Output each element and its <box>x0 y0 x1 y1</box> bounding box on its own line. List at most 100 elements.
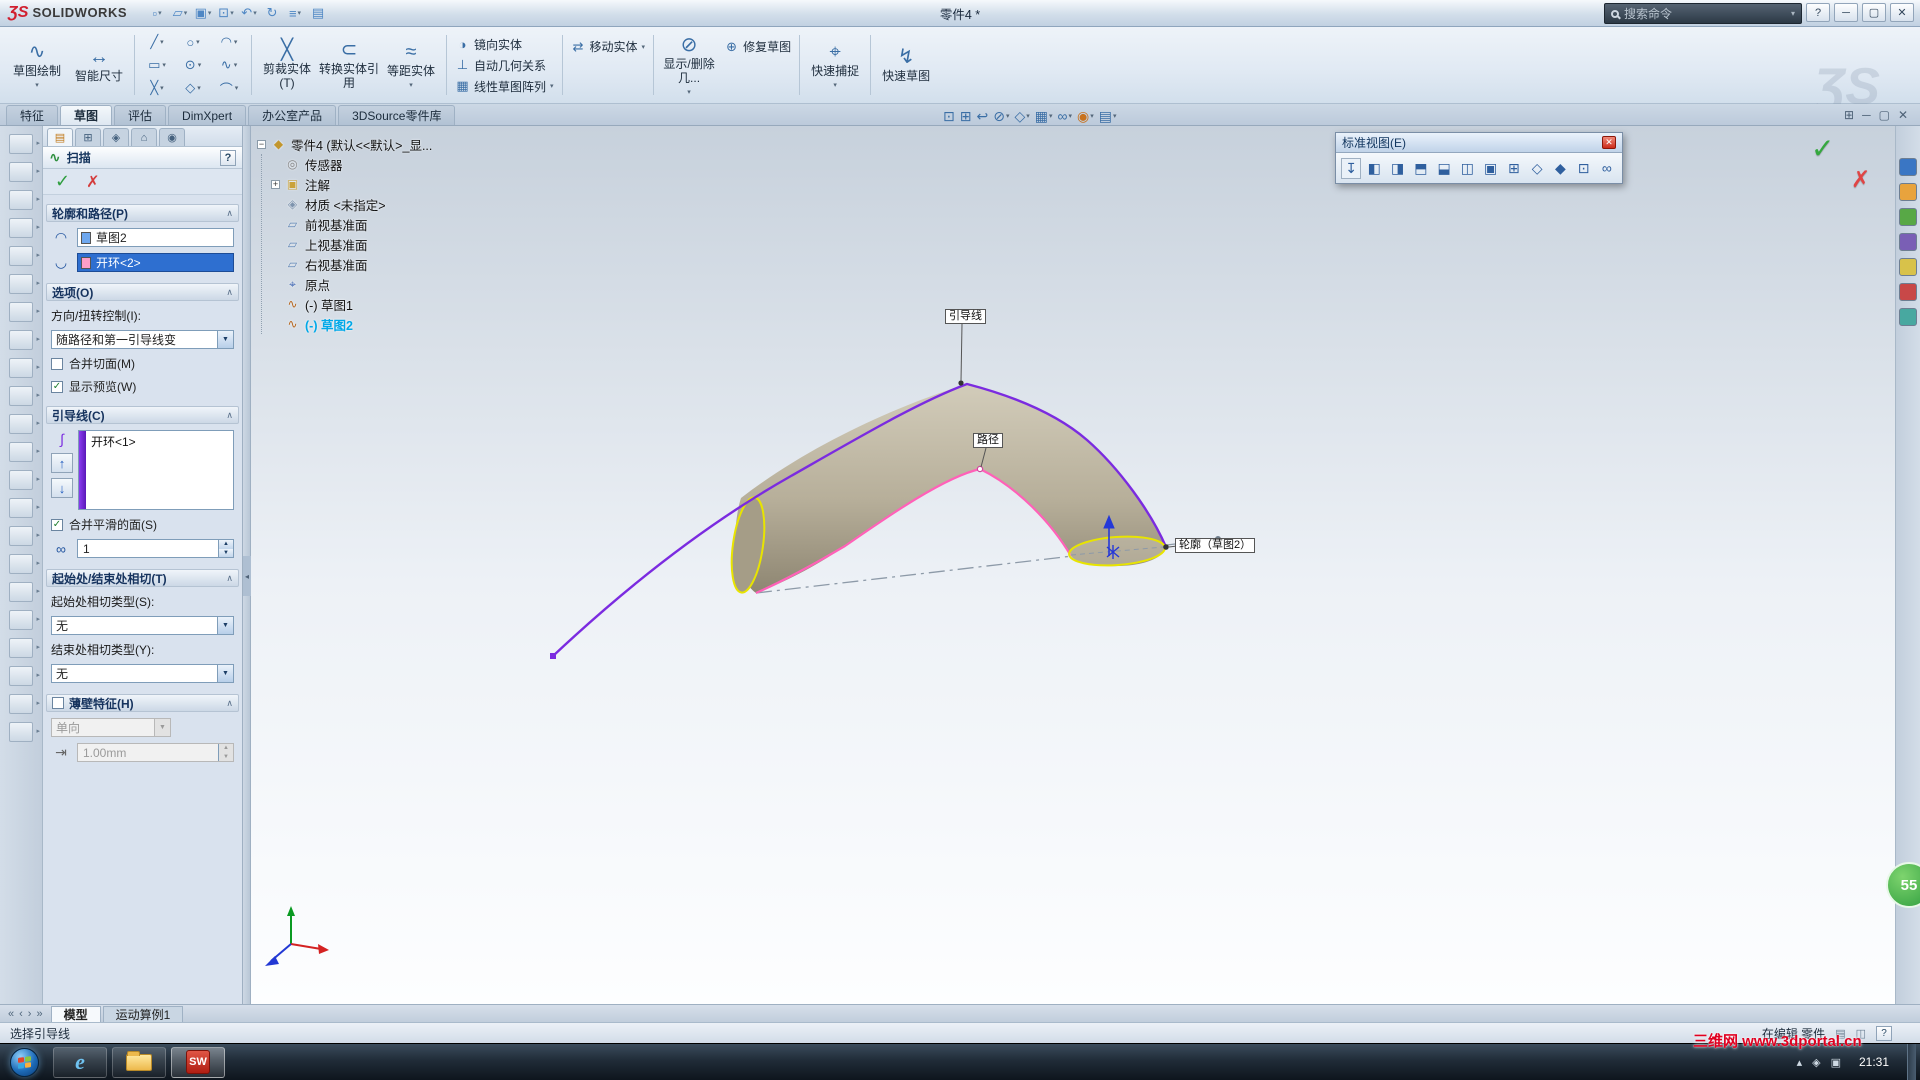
new-file-button[interactable]: ▫▾ <box>147 4 167 23</box>
left-toolbar-icon[interactable] <box>9 358 33 378</box>
left-toolbar-icon[interactable] <box>9 134 33 154</box>
tray-volume-icon[interactable]: ▣ <box>1831 1056 1841 1069</box>
left-view-icon[interactable]: ⬒ <box>1411 158 1431 179</box>
auto-relations-button[interactable]: ⊥自动几何关系 <box>455 57 554 74</box>
doc-restore-icon[interactable]: ▢ <box>1879 108 1890 122</box>
left-toolbar-icon[interactable] <box>9 666 33 686</box>
line-tool-button[interactable]: ╱▾ <box>139 31 175 54</box>
tab-scroll-first-icon[interactable]: « <box>8 1008 14 1020</box>
options-button[interactable]: ≡▾ <box>285 4 305 23</box>
confirm-cancel-icon[interactable]: ✗ <box>1851 166 1870 193</box>
panel-splitter[interactable]: ◂ <box>243 126 251 1004</box>
checkbox-icon[interactable] <box>52 697 64 709</box>
move-entities-button[interactable]: ⇄移动实体▾ <box>571 38 646 55</box>
open-file-button[interactable]: ▱▾ <box>170 4 190 23</box>
left-toolbar-icon[interactable] <box>9 638 33 658</box>
section-header-tangency[interactable]: 起始处/结束处相切(T) ∧ <box>46 569 239 587</box>
profile-callout[interactable]: 轮廓（草图2） <box>1175 538 1255 553</box>
tab-scroll-last-icon[interactable]: » <box>36 1008 42 1020</box>
move-up-button[interactable]: ↑ <box>51 453 73 473</box>
path-callout[interactable]: 路径 <box>973 433 1003 448</box>
file-explorer-icon[interactable] <box>1899 208 1917 226</box>
configuration-manager-tab[interactable]: ◈ <box>103 128 129 146</box>
left-toolbar-icon[interactable] <box>9 722 33 742</box>
trim-entities-button[interactable]: ╳ 剪裁实体(T) <box>256 30 318 100</box>
confirm-ok-icon[interactable]: ✓ <box>1811 132 1834 165</box>
solidworks-taskbar-button[interactable]: SW <box>171 1047 225 1078</box>
design-library-icon[interactable] <box>1899 183 1917 201</box>
status-help-button[interactable]: ? <box>1876 1026 1892 1041</box>
move-down-button[interactable]: ↓ <box>51 478 73 498</box>
tree-item-top-plane[interactable]: ▱ 上视基准面 <box>271 234 432 254</box>
tab-sketch[interactable]: 草图 <box>60 105 112 125</box>
right-view-icon[interactable]: ⬓ <box>1434 158 1454 179</box>
merge-tangent-checkbox[interactable]: 合并切面(M) <box>51 355 234 372</box>
splitter-collapse-icon[interactable]: ◂ <box>243 556 251 596</box>
orientation-dropdown[interactable]: 随路径和第一引导线变 ▼ <box>51 330 234 349</box>
motion-study-tab[interactable]: 运动算例1 <box>103 1006 184 1022</box>
arc-tool-button[interactable]: ◠▾ <box>211 31 247 54</box>
section-header-profile-path[interactable]: 轮廓和路径(P) ∧ <box>46 204 239 222</box>
merge-smooth-checkbox[interactable]: ✓ 合并平滑的面(S) <box>51 516 234 533</box>
tree-item-sensors[interactable]: ◎ 传感器 <box>271 154 432 174</box>
tab-office-products[interactable]: 办公室产品 <box>248 105 336 125</box>
display-manager-tab[interactable]: ◉ <box>159 128 185 146</box>
command-search-box[interactable]: ▾ <box>1604 3 1802 24</box>
left-toolbar-icon[interactable] <box>9 414 33 434</box>
tray-network-icon[interactable]: ◈ <box>1812 1056 1820 1069</box>
print-button[interactable]: ⊡▾ <box>216 4 236 23</box>
profile-selection-field[interactable]: 草图2 <box>77 228 234 247</box>
tree-item-part[interactable]: − ◆ 零件4 (默认<<默认>_显... <box>257 134 432 154</box>
doc-close-icon[interactable]: ✕ <box>1898 108 1908 122</box>
left-toolbar-icon[interactable] <box>9 274 33 294</box>
left-toolbar-icon[interactable] <box>9 442 33 462</box>
internet-explorer-button[interactable]: e <box>53 1047 107 1078</box>
left-toolbar-icon[interactable] <box>9 582 33 602</box>
left-toolbar-icon[interactable] <box>9 610 33 630</box>
restore-button[interactable]: ▢ <box>1862 3 1886 22</box>
close-icon[interactable]: ✕ <box>1602 136 1616 149</box>
properties-button[interactable]: ▤ <box>308 4 328 23</box>
spline-tool-button[interactable]: ∿▾ <box>211 54 247 77</box>
guide-curve-item[interactable]: 开环<1> <box>91 433 231 450</box>
resources-icon[interactable] <box>1899 158 1917 176</box>
rebuild-button[interactable]: ↻ <box>262 4 282 23</box>
guide-curve-callout[interactable]: 引导线 <box>945 309 986 324</box>
tree-item-front-plane[interactable]: ▱ 前视基准面 <box>271 214 432 234</box>
dimetric-view-icon[interactable]: ◆ <box>1550 158 1570 179</box>
model-tab[interactable]: 模型 <box>51 1006 101 1022</box>
scenes-icon[interactable] <box>1899 283 1917 301</box>
back-view-icon[interactable]: ◨ <box>1388 158 1408 179</box>
edit-appearance-icon[interactable]: ◉▾ <box>1077 108 1094 125</box>
convert-entities-button[interactable]: ⊂ 转换实体引用 <box>318 30 380 100</box>
start-button[interactable] <box>10 1048 39 1077</box>
split-view-icon[interactable]: ⊞ <box>1844 108 1854 122</box>
link-views-icon[interactable]: ∞ <box>1597 158 1617 179</box>
ok-button[interactable]: ✓ <box>55 171 70 192</box>
circle-tool-button[interactable]: ○▾ <box>175 31 211 54</box>
left-toolbar-icon[interactable] <box>9 554 33 574</box>
tab-3dsource-library[interactable]: 3DSource零件库 <box>338 105 455 125</box>
four-view-icon[interactable]: ⊡ <box>1574 158 1594 179</box>
dimxpert-manager-tab[interactable]: ⌂ <box>131 128 157 146</box>
apply-scene-icon[interactable]: ▤▾ <box>1099 108 1117 125</box>
section-number-field[interactable]: 1 ▲▼ <box>77 539 234 558</box>
tab-dimxpert[interactable]: DimXpert <box>168 105 246 125</box>
previous-view-icon[interactable]: ↩ <box>976 108 988 125</box>
left-toolbar-icon[interactable] <box>9 694 33 714</box>
thin-direction-dropdown[interactable]: 单向 ▼ <box>51 718 171 737</box>
search-input[interactable] <box>1624 7 1786 21</box>
smart-dimension-button[interactable]: ↔ 智能尺寸 <box>68 30 130 100</box>
section-header-guide-curves[interactable]: 引导线(C) ∧ <box>46 406 239 424</box>
save-button[interactable]: ▣▾ <box>193 4 213 23</box>
left-toolbar-icon[interactable] <box>9 386 33 406</box>
linear-sketch-pattern-button[interactable]: ▦线性草图阵列▾ <box>455 78 554 95</box>
mirror-entities-button[interactable]: ◑镜向实体 <box>455 36 554 53</box>
tree-item-origin[interactable]: ⌖ 原点 <box>271 274 432 294</box>
ellipse-tool-button[interactable]: ⌒▾ <box>211 77 247 100</box>
left-toolbar-icon[interactable] <box>9 218 33 238</box>
graphics-area[interactable]: − ◆ 零件4 (默认<<默认>_显... ◎ 传感器 + ▣ 注解 ◈ <box>251 126 1895 1004</box>
left-toolbar-icon[interactable] <box>9 526 33 546</box>
rapid-sketch-button[interactable]: ↯ 快速草图 <box>875 30 937 100</box>
zoom-to-fit-icon[interactable]: ⊡ <box>943 108 955 125</box>
